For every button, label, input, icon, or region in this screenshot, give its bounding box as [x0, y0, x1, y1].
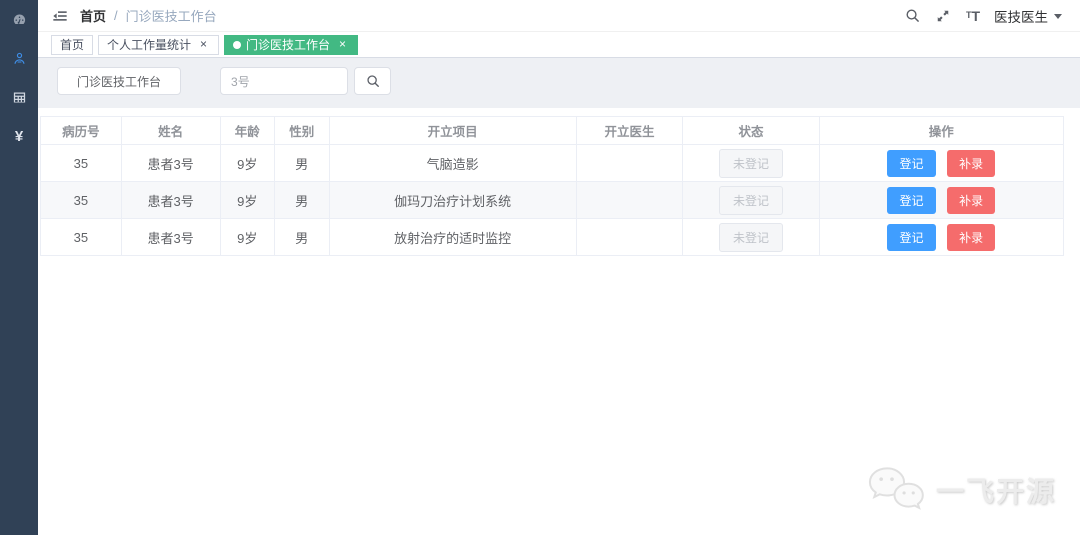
toolbar: 门诊医技工作台 — [38, 58, 1080, 108]
register-button[interactable]: 登记 — [887, 149, 936, 177]
close-icon[interactable]: × — [336, 38, 349, 51]
breadcrumb-home[interactable]: 首页 — [80, 6, 106, 25]
search-icon — [906, 9, 919, 22]
breadcrumb-separator: / — [114, 8, 118, 23]
cell-actions: 登记 补录 — [818, 144, 1065, 182]
cell-actions: 登记 补录 — [818, 181, 1065, 219]
cell-record-no: 35 — [40, 181, 122, 219]
sidebar: ¥ — [0, 0, 38, 535]
workbench-button[interactable]: 门诊医技工作台 — [57, 67, 182, 95]
patients-table: 病历号 姓名 年龄 性别 开立项目 开立医生 状态 操作 35 患者3号 9岁 男 气脑造影 … — [40, 116, 1065, 256]
table-row: 35 患者3号 9岁 男 伽玛刀治疗计划系统 未登记 登记 补录 — [40, 181, 1065, 219]
cell-gender: 男 — [274, 181, 330, 219]
watermark: 一飞开源 — [866, 465, 1056, 515]
cell-status: 未登记 — [682, 181, 820, 219]
cell-age: 9岁 — [219, 144, 276, 182]
cell-doctor — [575, 144, 684, 182]
table-body: 35 患者3号 9岁 男 气脑造影 未登记 登记 补录 35 患者3号 9岁 男… — [40, 144, 1065, 256]
tab-label: 个人工作量统计 — [107, 38, 192, 52]
tab-medtech-workbench[interactable]: 门诊医技工作台 × — [224, 34, 359, 55]
cell-doctor — [575, 181, 684, 219]
sidebar-item-dashboard[interactable] — [0, 0, 38, 39]
hamburger-icon — [53, 10, 67, 21]
search-input[interactable] — [220, 67, 349, 95]
cell-name: 患者3号 — [120, 144, 221, 182]
breadcrumb: 首页 / 门诊医技工作台 — [80, 6, 217, 25]
table-row: 35 患者3号 9岁 男 气脑造影 未登记 登记 补录 — [40, 144, 1065, 182]
cell-project: 伽玛刀治疗计划系统 — [328, 181, 577, 219]
supplement-button[interactable]: 补录 — [947, 223, 996, 251]
status-badge: 未登记 — [719, 148, 784, 178]
user-dropdown[interactable]: 医技医生 — [994, 6, 1062, 26]
navbar-right: TT 医技医生 — [889, 6, 1080, 26]
dashboard-icon — [12, 12, 27, 27]
close-icon[interactable]: × — [197, 38, 210, 51]
main-area: 首页 / 门诊医技工作台 TT 医技医生 首页 个人工作量统计 × 门诊医技工作… — [38, 0, 1080, 535]
cell-gender: 男 — [274, 218, 330, 256]
sidebar-item-fees[interactable]: ¥ — [0, 117, 38, 156]
cell-doctor — [575, 218, 684, 256]
column-header: 性别 — [274, 116, 330, 145]
column-header: 状态 — [682, 116, 820, 145]
fullscreen-icon — [937, 10, 949, 21]
font-size-button[interactable]: TT — [966, 9, 980, 23]
table-header-row: 病历号 姓名 年龄 性别 开立项目 开立医生 状态 操作 — [40, 116, 1065, 145]
wechat-icon — [868, 467, 924, 510]
user-icon — [12, 51, 27, 66]
sidebar-item-worklist[interactable] — [0, 39, 38, 78]
tab-label: 门诊医技工作台 — [246, 38, 331, 52]
table-icon — [12, 90, 27, 105]
search-icon — [366, 75, 379, 87]
table-row: 35 患者3号 9岁 男 放射治疗的适时监控 未登记 登记 补录 — [40, 218, 1065, 256]
cell-status: 未登记 — [682, 144, 820, 182]
tab-label: 首页 — [60, 38, 85, 52]
column-header: 开立医生 — [575, 116, 684, 145]
cell-record-no: 35 — [40, 144, 122, 182]
sidebar-toggle-button[interactable] — [38, 8, 80, 24]
column-header: 姓名 — [120, 116, 221, 145]
sidebar-item-table[interactable] — [0, 78, 38, 117]
watermark-text: 一飞开源 — [935, 476, 1056, 507]
cell-name: 患者3号 — [120, 181, 221, 219]
register-button[interactable]: 登记 — [887, 186, 936, 214]
breadcrumb-current: 门诊医技工作台 — [125, 9, 217, 24]
cell-age: 9岁 — [219, 218, 276, 256]
column-header: 年龄 — [219, 116, 276, 145]
cell-gender: 男 — [274, 144, 330, 182]
supplement-button[interactable]: 补录 — [947, 186, 996, 214]
money-icon: ¥ — [14, 128, 24, 145]
register-button[interactable]: 登记 — [887, 223, 936, 251]
column-header: 操作 — [818, 116, 1065, 145]
user-name: 医技医生 — [994, 9, 1048, 25]
column-header: 病历号 — [40, 116, 122, 145]
cell-record-no: 35 — [40, 218, 122, 256]
fullscreen-button[interactable] — [936, 9, 950, 23]
status-badge: 未登记 — [719, 222, 784, 252]
active-dot-icon — [233, 40, 242, 49]
header-search-button[interactable] — [905, 8, 920, 23]
cell-age: 9岁 — [219, 181, 276, 219]
navbar: 首页 / 门诊医技工作台 TT 医技医生 — [38, 0, 1080, 32]
tabs-bar: 首页 个人工作量统计 × 门诊医技工作台 × — [38, 32, 1080, 58]
tab-personal-workload[interactable]: 个人工作量统计 × — [98, 34, 220, 55]
cell-actions: 登记 补录 — [818, 218, 1065, 256]
chevron-down-icon — [1054, 14, 1062, 19]
table-section: 病历号 姓名 年龄 性别 开立项目 开立医生 状态 操作 35 患者3号 9岁 男 气脑造影 … — [38, 108, 1080, 256]
column-header: 开立项目 — [328, 116, 577, 145]
search-button[interactable] — [354, 67, 392, 95]
cell-project: 放射治疗的适时监控 — [328, 218, 577, 256]
tab-home[interactable]: 首页 — [51, 34, 94, 55]
status-badge: 未登记 — [719, 185, 784, 215]
cell-name: 患者3号 — [120, 218, 221, 256]
cell-project: 气脑造影 — [328, 144, 577, 182]
cell-status: 未登记 — [682, 218, 820, 256]
supplement-button[interactable]: 补录 — [947, 149, 996, 177]
